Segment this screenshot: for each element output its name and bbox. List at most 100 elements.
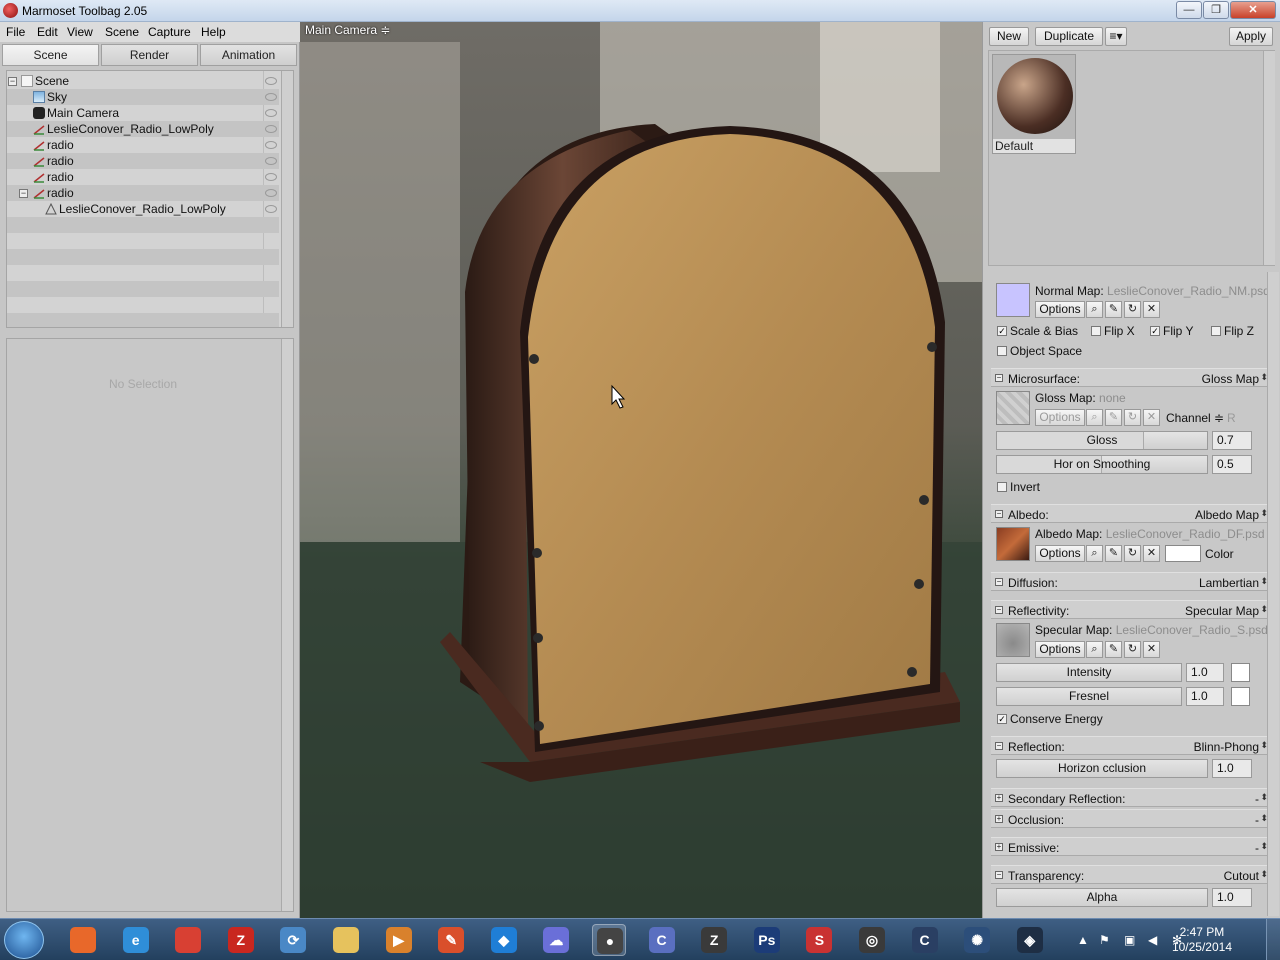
- collapse-icon[interactable]: −: [995, 578, 1003, 586]
- visibility-eye-icon[interactable]: [265, 125, 277, 133]
- section-mode[interactable]: -: [1255, 813, 1259, 827]
- cinema-icon[interactable]: C: [908, 924, 942, 956]
- normal-options-button[interactable]: Options: [1035, 301, 1085, 318]
- invert-checkbox[interactable]: [997, 482, 1007, 492]
- gloss-map-thumbnail[interactable]: [996, 391, 1030, 425]
- flip-x-checkbox[interactable]: [1091, 326, 1101, 336]
- albedo-options-button[interactable]: Options: [1035, 545, 1085, 562]
- crysis-icon[interactable]: C: [645, 924, 679, 956]
- search-icon[interactable]: ⌕: [1086, 409, 1103, 426]
- section-mode[interactable]: -: [1255, 841, 1259, 855]
- section-mode[interactable]: Cutout: [1224, 869, 1259, 883]
- filezilla-icon[interactable]: Z: [224, 924, 258, 956]
- scale-bias-checkbox[interactable]: ✓: [997, 326, 1007, 336]
- reload-icon[interactable]: ↻: [1124, 409, 1141, 426]
- fresnel-slider[interactable]: Fresnel: [996, 687, 1182, 706]
- gloss-value-field[interactable]: 0.7: [1212, 431, 1252, 450]
- visibility-eye-icon[interactable]: [265, 93, 277, 101]
- albedo-map-thumbnail[interactable]: [996, 527, 1030, 561]
- collapse-icon[interactable]: −: [995, 374, 1003, 382]
- section-mode[interactable]: Blinn-Phong: [1194, 740, 1259, 754]
- visibility-eye-icon[interactable]: [265, 189, 277, 197]
- albedo-section[interactable]: − Albedo: Albedo Map ⬍: [991, 504, 1271, 523]
- channel-value[interactable]: R: [1227, 411, 1236, 425]
- edit-icon[interactable]: ✎: [1105, 301, 1122, 318]
- edit-icon[interactable]: ✎: [1105, 641, 1122, 658]
- flag-icon[interactable]: ⚑: [1099, 933, 1110, 947]
- occlusion-section[interactable]: + Occlusion: - ⬍: [991, 809, 1271, 828]
- horizon-smoothing-slider[interactable]: Hor on Smoothing: [996, 455, 1208, 474]
- clear-icon[interactable]: ✕: [1143, 301, 1160, 318]
- menu-edit[interactable]: Edit: [37, 25, 58, 39]
- collapse-icon[interactable]: −: [995, 606, 1003, 614]
- marmoset-icon[interactable]: ●: [592, 924, 626, 956]
- expand-icon[interactable]: +: [995, 815, 1003, 823]
- conserve-energy-checkbox[interactable]: ✓: [997, 714, 1007, 724]
- tree-row-sky[interactable]: Sky: [7, 89, 279, 105]
- emissive-section[interactable]: + Emissive: - ⬍: [991, 837, 1271, 856]
- alpha-slider[interactable]: Alpha: [996, 888, 1208, 907]
- reload-icon[interactable]: ↻: [1124, 545, 1141, 562]
- unity-icon[interactable]: ◎: [855, 924, 889, 956]
- clear-icon[interactable]: ✕: [1143, 409, 1160, 426]
- reload-icon[interactable]: ↻: [1124, 641, 1141, 658]
- visibility-eye-icon[interactable]: [265, 173, 277, 181]
- sync-icon[interactable]: ⟳: [276, 924, 310, 956]
- reflectivity-section[interactable]: − Reflectivity: Specular Map ⬍: [991, 600, 1271, 619]
- collapse-icon[interactable]: −: [995, 510, 1003, 518]
- collapse-icon[interactable]: −: [8, 77, 17, 86]
- collapse-icon[interactable]: −: [995, 871, 1003, 879]
- tree-row-radio-group[interactable]: − radio: [7, 185, 279, 201]
- flip-z-checkbox[interactable]: [1211, 326, 1221, 336]
- reload-icon[interactable]: ↻: [1124, 301, 1141, 318]
- chrome-icon[interactable]: [171, 924, 205, 956]
- tree-row-radio[interactable]: radio: [7, 137, 279, 153]
- properties-scrollbar[interactable]: [281, 339, 293, 911]
- folder-icon[interactable]: [329, 924, 363, 956]
- new-material-button[interactable]: New: [989, 27, 1029, 46]
- menu-view[interactable]: View: [67, 25, 93, 39]
- section-mode[interactable]: -: [1255, 792, 1259, 806]
- gloss-options-button[interactable]: Options: [1035, 409, 1085, 426]
- fresnel-color-swatch[interactable]: [1231, 687, 1250, 706]
- intensity-color-swatch[interactable]: [1231, 663, 1250, 682]
- collapse-icon[interactable]: −: [19, 189, 28, 198]
- menu-file[interactable]: File: [6, 25, 25, 39]
- transparency-section[interactable]: − Transparency: Cutout ⬍: [991, 865, 1271, 884]
- menu-capture[interactable]: Capture: [148, 25, 191, 39]
- albedo-color-swatch[interactable]: [1165, 545, 1201, 562]
- search-icon[interactable]: ⌕: [1086, 545, 1103, 562]
- volume-icon[interactable]: ◀: [1148, 933, 1157, 947]
- flip-y-checkbox[interactable]: ✓: [1150, 326, 1160, 336]
- visibility-eye-icon[interactable]: [265, 205, 277, 213]
- maximize-button[interactable]: ❐: [1203, 1, 1229, 19]
- show-desktop-button[interactable]: [1266, 919, 1280, 960]
- tree-row-radio[interactable]: radio: [7, 153, 279, 169]
- unreal-icon[interactable]: ◈: [1013, 924, 1047, 956]
- clear-icon[interactable]: ✕: [1143, 545, 1160, 562]
- edit-icon[interactable]: ✎: [1105, 545, 1122, 562]
- visibility-eye-icon[interactable]: [265, 141, 277, 149]
- section-mode[interactable]: Gloss Map: [1202, 372, 1259, 386]
- photoshop-icon[interactable]: Ps: [750, 924, 784, 956]
- clear-icon[interactable]: ✕: [1143, 641, 1160, 658]
- tree-row-radio[interactable]: radio: [7, 169, 279, 185]
- tree-row-scene[interactable]: − Scene: [7, 73, 279, 89]
- network-icon[interactable]: ▣: [1124, 933, 1135, 947]
- menu-scene[interactable]: Scene: [105, 25, 139, 39]
- internet-explorer-icon[interactable]: e: [119, 924, 153, 956]
- visibility-eye-icon[interactable]: [265, 157, 277, 165]
- minimize-button[interactable]: —: [1176, 1, 1202, 19]
- search-icon[interactable]: ⌕: [1086, 641, 1103, 658]
- zbrush-icon[interactable]: Z: [697, 924, 731, 956]
- paint-icon[interactable]: ✎: [434, 924, 468, 956]
- microsurface-section[interactable]: − Microsurface: Gloss Map ⬍: [991, 368, 1271, 387]
- horizon-smoothing-value-field[interactable]: 0.5: [1212, 455, 1252, 474]
- material-preview-card[interactable]: Default: [992, 54, 1076, 154]
- clock[interactable]: 2:47 PM 10/25/2014: [1172, 925, 1232, 955]
- tree-row-lowpoly-child[interactable]: LeslieConover_Radio_LowPoly: [7, 201, 279, 217]
- search-icon[interactable]: ⌕: [1086, 301, 1103, 318]
- substance-icon[interactable]: S: [802, 924, 836, 956]
- dropbox-icon[interactable]: ◆: [487, 924, 521, 956]
- 3d-viewport[interactable]: Main Camera ≑: [300, 22, 982, 918]
